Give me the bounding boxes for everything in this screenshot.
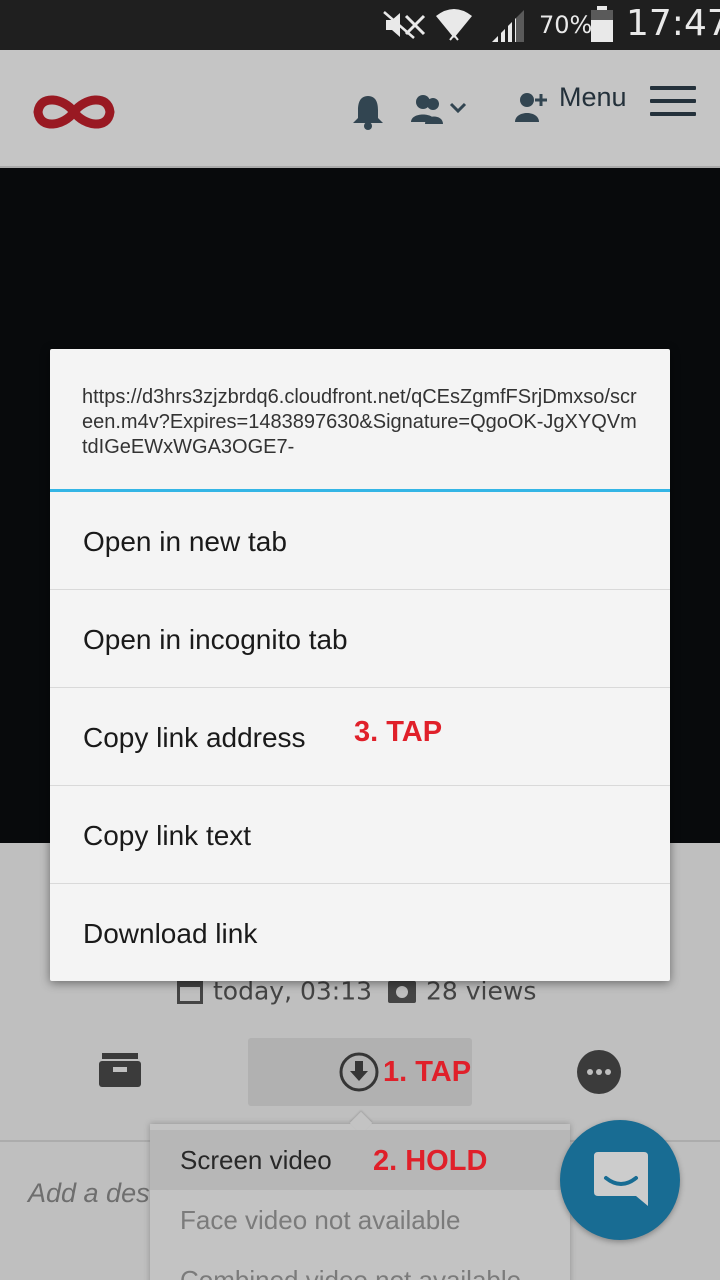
link-url: https://d3hrs3zjzbrdq6.cloudfront.net/qC… bbox=[82, 386, 637, 458]
battery-icon bbox=[591, 6, 613, 42]
annotation-step-3: 3. TAP bbox=[354, 716, 443, 748]
menu-download-link[interactable]: Download link bbox=[50, 885, 670, 982]
battery-percent: 70% bbox=[539, 11, 593, 39]
annotation-step-1: 1. TAP bbox=[383, 1056, 472, 1088]
menu-copy-link-text[interactable]: Copy link text bbox=[50, 787, 670, 884]
status-bar: 70% 17:47 bbox=[0, 0, 720, 50]
annotation-step-2: 2. HOLD bbox=[373, 1145, 488, 1177]
wifi-icon bbox=[436, 9, 472, 41]
clock: 17:47 bbox=[626, 3, 720, 44]
url-divider bbox=[50, 489, 670, 492]
link-context-menu: https://d3hrs3zjzbrdq6.cloudfront.net/qC… bbox=[50, 349, 670, 981]
menu-open-new-tab[interactable]: Open in new tab bbox=[50, 493, 670, 590]
menu-open-incognito-tab[interactable]: Open in incognito tab bbox=[50, 591, 670, 688]
mute-icon bbox=[383, 11, 426, 39]
signal-icon bbox=[492, 10, 524, 42]
